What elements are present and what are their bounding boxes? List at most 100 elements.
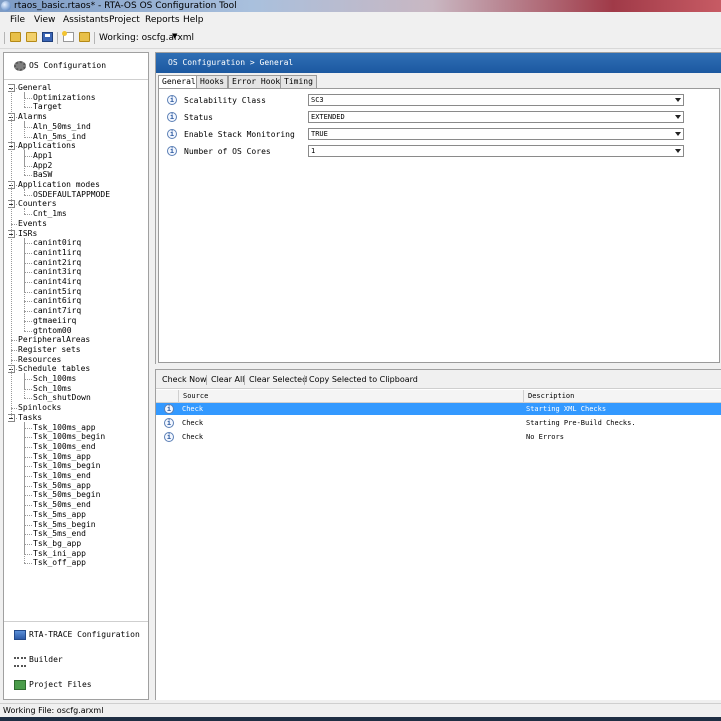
tab-error-hook[interactable]: Error Hook [228, 75, 285, 88]
output-row[interactable]: i Check Starting XML Checks [156, 403, 721, 415]
tree-group[interactable]: Resources [18, 355, 61, 365]
tree-connector [24, 136, 32, 138]
tree-item[interactable]: canint2irq [33, 258, 81, 268]
menu-view[interactable]: View [34, 15, 55, 25]
tree-item[interactable]: BaSW [33, 170, 52, 180]
new-folder-icon[interactable] [10, 32, 21, 42]
tab-timing[interactable]: Timing [280, 75, 317, 88]
tree-item[interactable]: canint1irq [33, 248, 81, 258]
tree-item[interactable]: Tsk_bg_app [33, 539, 81, 549]
working-file-dropdown[interactable]: ▼ [172, 32, 177, 40]
menu-help[interactable]: Help [183, 15, 204, 25]
nav-rta-trace[interactable]: RTA-TRACE Configuration [4, 621, 148, 649]
status-select[interactable]: EXTENDED [308, 111, 684, 123]
tree-connector [11, 88, 12, 418]
tree-item[interactable]: gtmaeiirq [33, 316, 76, 326]
tree-item[interactable]: Optimizations [33, 93, 96, 103]
project-files-icon [14, 680, 26, 690]
tree-item[interactable]: canint5irq [33, 287, 81, 297]
tree-group[interactable]: Events [18, 219, 47, 229]
output-row[interactable]: i Check No Errors [156, 431, 721, 443]
tree-item[interactable]: Tsk_5ms_app [33, 510, 86, 520]
tree-item[interactable]: Tsk_10ms_app [33, 452, 91, 462]
nav-builder[interactable]: Builder [4, 647, 148, 674]
copy-to-clipboard-button[interactable]: Copy Selected to Clipboard [309, 375, 418, 384]
tree-connector [24, 282, 32, 283]
tree-item[interactable]: Tsk_50ms_begin [33, 490, 100, 500]
tree-group[interactable]: Application modes [18, 180, 100, 190]
info-icon[interactable]: i [167, 146, 177, 156]
info-icon[interactable]: i [167, 95, 177, 105]
tree-item[interactable]: Sch_10ms [33, 384, 72, 394]
nav-os-configuration[interactable]: OS Configuration [4, 53, 148, 80]
tree-group[interactable]: Register sets [18, 345, 81, 355]
clear-selected-button[interactable]: Clear Selected [249, 375, 307, 384]
tree-item[interactable]: Tsk_10ms_end [33, 471, 91, 481]
tab-hooks[interactable]: Hooks [196, 75, 229, 88]
tree-item[interactable]: canint6irq [33, 296, 81, 306]
tree-item[interactable]: gtntom00 [33, 326, 72, 336]
tree-item[interactable]: Tsk_50ms_app [33, 481, 91, 491]
tree-item[interactable]: Tsk_100ms_app [33, 423, 96, 433]
menu-project[interactable]: Project [109, 15, 140, 25]
tree-group[interactable]: Schedule tables [18, 364, 90, 374]
menu-file[interactable]: File [10, 15, 25, 25]
tree-item[interactable]: canint3irq [33, 267, 81, 277]
column-header-source[interactable]: Source [183, 392, 208, 400]
info-icon[interactable]: i [167, 112, 177, 122]
nav-project-files[interactable]: Project Files [4, 672, 148, 698]
tree-item[interactable]: App1 [33, 151, 52, 161]
tree-item[interactable]: canint4irq [33, 277, 81, 287]
tree-connector [24, 456, 32, 458]
tab-general[interactable]: General [158, 75, 200, 89]
trace-icon [14, 630, 26, 640]
output-row[interactable]: i Check Starting Pre-Build Checks. [156, 417, 721, 429]
breadcrumb: OS Configuration > General [156, 53, 721, 73]
clear-all-button[interactable]: Clear All [211, 375, 244, 384]
tree-group[interactable]: ISRs [18, 229, 37, 239]
scalability-class-select[interactable]: SC3 [308, 94, 684, 106]
menu-reports[interactable]: Reports [145, 15, 180, 25]
tree-group[interactable]: Tasks [18, 413, 42, 423]
column-header-description[interactable]: Description [528, 392, 574, 400]
tree-item[interactable]: App2 [33, 161, 52, 171]
tree-group[interactable]: PeripheralAreas [18, 335, 90, 345]
save-icon[interactable] [42, 32, 53, 42]
tree-item[interactable]: Tsk_5ms_begin [33, 520, 96, 530]
tree-group[interactable]: Spinlocks [18, 403, 61, 413]
tree-item[interactable]: Cnt_1ms [33, 209, 67, 219]
open-folder-icon[interactable] [26, 32, 37, 42]
tree-item[interactable]: Tsk_off_app [33, 558, 86, 568]
stack-monitoring-select[interactable]: TRUE [308, 128, 684, 140]
open-project-icon[interactable] [79, 32, 90, 42]
property-label: Status [184, 113, 213, 122]
tree-item[interactable]: Tsk_5ms_end [33, 529, 86, 539]
tree-item[interactable]: canint7irq [33, 306, 81, 316]
select-value: EXTENDED [311, 113, 345, 121]
toolbar-grip [4, 32, 5, 44]
tree-connector [24, 505, 32, 507]
tree-group[interactable]: Applications [18, 141, 76, 151]
tree-item[interactable]: Aln_5ms_ind [33, 132, 86, 142]
tree-connector [24, 252, 32, 254]
os-cores-select[interactable]: 1 [308, 145, 684, 157]
tree-group[interactable]: Alarms [18, 112, 47, 122]
new-project-icon[interactable] [62, 31, 74, 42]
info-icon[interactable]: i [167, 129, 177, 139]
tree-connector [24, 553, 32, 555]
tree-item[interactable]: Tsk_100ms_end [33, 442, 96, 452]
tree-item[interactable]: canint0irq [33, 238, 81, 248]
tree-item[interactable]: Tsk_10ms_begin [33, 461, 100, 471]
check-now-button[interactable]: Check Now [162, 375, 207, 384]
tree-item[interactable]: OSDEFAULTAPPMODE [33, 190, 110, 200]
tree-item[interactable]: Target [33, 102, 62, 112]
tree-item[interactable]: Tsk_ini_app [33, 549, 86, 559]
tree-item[interactable]: Tsk_50ms_end [33, 500, 91, 510]
tree-item[interactable]: Tsk_100ms_begin [33, 432, 105, 442]
tree-connector [24, 301, 32, 303]
tree-connector [24, 97, 32, 99]
tree-item[interactable]: Sch_shutDown [33, 393, 91, 403]
tree-item[interactable]: Sch_100ms [33, 374, 76, 384]
tree-item[interactable]: Aln_50ms_ind [33, 122, 91, 132]
menu-assistants[interactable]: Assistants [63, 15, 109, 25]
